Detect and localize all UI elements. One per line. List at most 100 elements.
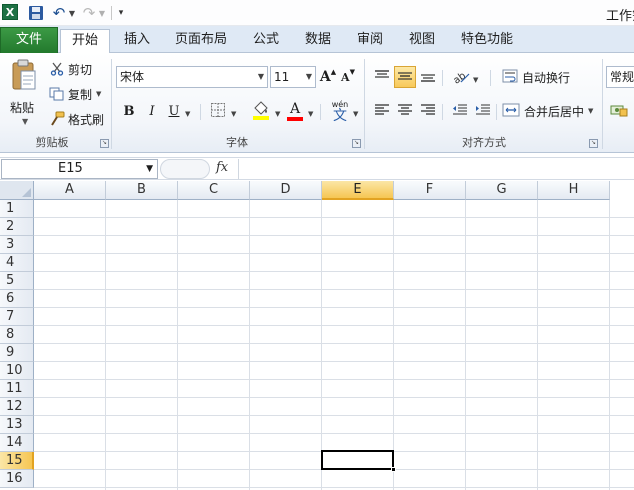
borders-dropdown-icon[interactable]: ▼: [231, 110, 236, 118]
fill-color-button[interactable]: [250, 99, 272, 123]
align-inner-separator-2: [490, 70, 491, 86]
increase-indent-button[interactable]: [473, 101, 493, 121]
cut-button[interactable]: 剪切: [48, 59, 92, 79]
tab-file[interactable]: 文件: [0, 27, 58, 53]
clipboard-launcher-icon[interactable]: ↘: [100, 139, 109, 148]
shrink-font-button[interactable]: A ▼: [340, 67, 356, 87]
alignment-launcher-icon[interactable]: ↘: [589, 139, 598, 148]
tab-page-layout[interactable]: 页面布局: [170, 29, 232, 53]
column-header-g[interactable]: G: [466, 181, 538, 200]
column-header-h[interactable]: H: [538, 181, 610, 200]
tab-data[interactable]: 数据: [298, 29, 338, 53]
row-header-4[interactable]: 4: [0, 254, 34, 272]
redo-dropdown-icon[interactable]: ▼: [98, 4, 106, 22]
decrease-indent-button[interactable]: [450, 101, 470, 121]
phonetic-char-label: 文: [333, 107, 347, 124]
save-icon[interactable]: [28, 4, 44, 22]
name-box[interactable]: E15 ▼: [1, 159, 158, 179]
number-format-value: 常规: [610, 70, 634, 84]
borders-button[interactable]: [208, 101, 228, 121]
app-icon-letter: X: [5, 5, 15, 19]
orientation-dropdown-icon[interactable]: ▼: [473, 76, 478, 84]
phonetic-dropdown-icon[interactable]: ▼: [353, 110, 358, 118]
redo-icon[interactable]: ↷: [82, 4, 96, 22]
merge-center-button[interactable]: 合并后居中 ▼: [502, 101, 596, 121]
fill-handle[interactable]: [391, 467, 396, 472]
fill-color-dropdown-icon[interactable]: ▼: [275, 110, 280, 118]
underline-dropdown-icon[interactable]: ▼: [185, 110, 190, 118]
align-middle-button[interactable]: [394, 66, 416, 88]
number-format-combo[interactable]: 常规: [606, 66, 634, 88]
fill-bucket-icon: [251, 99, 271, 124]
column-header-b[interactable]: B: [106, 181, 178, 200]
font-name-combo[interactable]: 宋体 ▼: [116, 66, 268, 88]
font-size-dropdown-icon[interactable]: ▼: [306, 67, 312, 87]
align-left-button[interactable]: [372, 101, 392, 121]
orientation-button[interactable]: ab: [450, 67, 472, 87]
accounting-format-button[interactable]: [608, 101, 630, 121]
row-header-12[interactable]: 12: [0, 398, 34, 416]
row-header-1[interactable]: 1: [0, 200, 34, 218]
align-center-button[interactable]: [395, 101, 415, 121]
tab-insert[interactable]: 插入: [116, 29, 158, 53]
select-all-button[interactable]: [0, 181, 34, 200]
column-header-e[interactable]: E: [322, 181, 394, 200]
bold-button[interactable]: B: [120, 101, 138, 121]
column-header-f[interactable]: F: [394, 181, 466, 200]
customize-quick-access-icon[interactable]: ▾: [116, 4, 126, 22]
row-header-13[interactable]: 13: [0, 416, 34, 434]
align-inner-separator-3: [442, 104, 443, 120]
excel-app-icon[interactable]: X: [2, 4, 18, 20]
row-header-6[interactable]: 6: [0, 290, 34, 308]
phonetic-guide-button[interactable]: wén 文: [328, 99, 352, 123]
column-header-a[interactable]: A: [34, 181, 106, 200]
row-header-2[interactable]: 2: [0, 218, 34, 236]
row-header-14[interactable]: 14: [0, 434, 34, 452]
name-box-dropdown-icon[interactable]: ▼: [146, 160, 153, 178]
merge-center-dropdown-icon[interactable]: ▼: [588, 107, 593, 115]
font-name-dropdown-icon[interactable]: ▼: [258, 67, 264, 87]
font-size-combo[interactable]: 11 ▼: [270, 66, 316, 88]
font-color-button[interactable]: A: [285, 99, 305, 123]
active-cell[interactable]: [321, 450, 394, 470]
tab-home[interactable]: 开始: [60, 29, 110, 54]
row-header-9[interactable]: 9: [0, 344, 34, 362]
tab-review[interactable]: 审阅: [350, 29, 390, 53]
copy-button[interactable]: 复制 ▼: [48, 84, 101, 104]
formula-bar-splitter[interactable]: [160, 159, 210, 179]
row-header-7[interactable]: 7: [0, 308, 34, 326]
align-right-button[interactable]: [418, 101, 438, 121]
font-inner-separator: [200, 104, 201, 120]
formula-input[interactable]: [238, 159, 634, 179]
format-painter-button[interactable]: 格式刷: [48, 109, 104, 129]
row-header-5[interactable]: 5: [0, 272, 34, 290]
paste-button[interactable]: 粘贴 ▼: [6, 57, 42, 131]
cell-area[interactable]: [34, 200, 634, 490]
insert-function-icon[interactable]: fx: [216, 160, 228, 175]
grow-font-button[interactable]: A ▲: [320, 67, 336, 87]
column-header-d[interactable]: D: [250, 181, 322, 200]
copy-dropdown-icon[interactable]: ▼: [96, 90, 101, 98]
align-bottom-button[interactable]: [418, 67, 438, 87]
row-header-11[interactable]: 11: [0, 380, 34, 398]
align-top-button[interactable]: [372, 67, 392, 87]
row-header-3[interactable]: 3: [0, 236, 34, 254]
underline-button[interactable]: U: [166, 101, 182, 121]
row-header-15[interactable]: 15: [0, 452, 34, 470]
wrap-text-button[interactable]: 自动换行: [502, 67, 594, 87]
tab-view[interactable]: 视图: [402, 29, 442, 53]
fx-label: fx: [216, 160, 229, 175]
font-color-dropdown-icon[interactable]: ▼: [308, 110, 313, 118]
italic-button[interactable]: I: [144, 101, 160, 121]
font-launcher-icon[interactable]: ↘: [352, 139, 361, 148]
format-painter-label: 格式刷: [68, 112, 105, 127]
undo-dropdown-icon[interactable]: ▼: [68, 4, 76, 22]
row-header-8[interactable]: 8: [0, 326, 34, 344]
tab-features[interactable]: 特色功能: [454, 29, 520, 53]
paste-dropdown-icon[interactable]: ▼: [22, 117, 28, 126]
column-header-c[interactable]: C: [178, 181, 250, 200]
row-header-10[interactable]: 10: [0, 362, 34, 380]
undo-icon[interactable]: ↶: [52, 4, 66, 22]
row-header-16[interactable]: 16: [0, 470, 34, 488]
tab-formulas[interactable]: 公式: [246, 29, 286, 53]
